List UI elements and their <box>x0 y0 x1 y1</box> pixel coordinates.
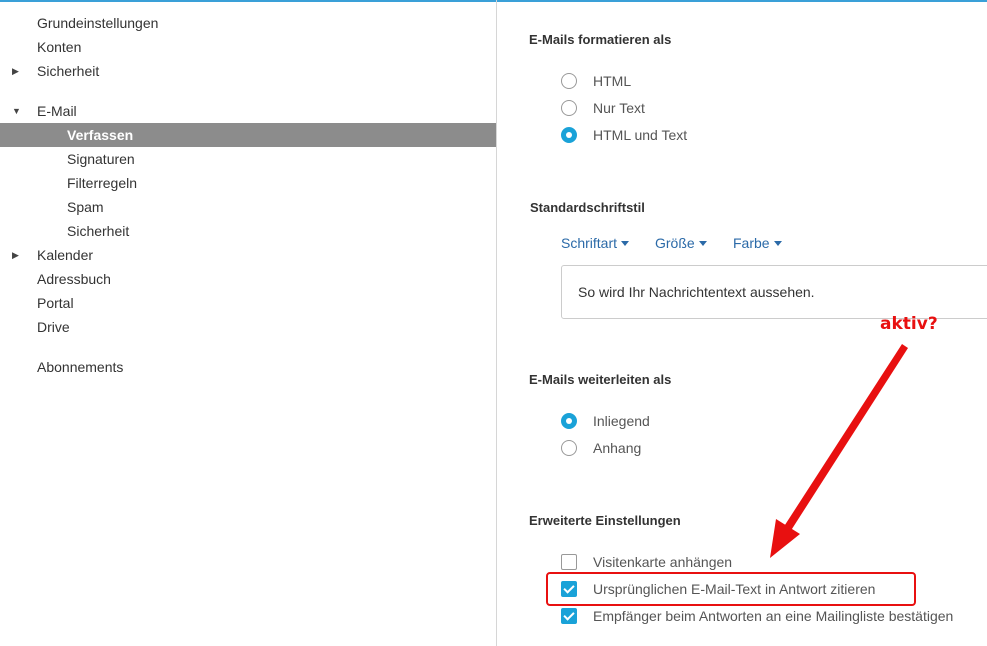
radio-html[interactable] <box>561 73 577 89</box>
caret-right-icon[interactable]: ▶ <box>12 59 19 83</box>
radio-anhang[interactable] <box>561 440 577 456</box>
sidebar-item-adressbuch[interactable]: Adressbuch <box>0 267 496 291</box>
font-preview-text: So wird Ihr Nachrichtentext aussehen. <box>578 284 815 300</box>
checkbox-mailingliste[interactable] <box>561 608 577 624</box>
forward-section-title: E-Mails weiterleiten als <box>529 372 672 387</box>
sidebar-item-konten[interactable]: Konten <box>0 35 496 59</box>
sidebar-item-sicherheit[interactable]: ▶ Sicherheit <box>0 59 496 83</box>
chevron-down-icon <box>698 240 707 246</box>
sidebar-item-grundeinstellungen[interactable]: Grundeinstellungen <box>0 11 496 35</box>
sidebar-item-spam[interactable]: Spam <box>0 195 496 219</box>
chevron-down-icon <box>773 240 782 246</box>
sidebar-item-email-sicherheit[interactable]: Sicherheit <box>0 219 496 243</box>
advanced-section-title: Erweiterte Einstellungen <box>529 513 681 528</box>
settings-sidebar: Grundeinstellungen Konten ▶ Sicherheit ▼ E… <box>0 0 497 646</box>
font-section-title: Standardschriftstil <box>530 200 645 215</box>
radio-nur-text[interactable] <box>561 100 577 116</box>
font-size-dropdown[interactable]: Größe <box>655 235 707 251</box>
sidebar-item-abonnements[interactable]: Abonnements <box>0 355 496 379</box>
font-preview-box: So wird Ihr Nachrichtentext aussehen. <box>561 265 987 319</box>
radio-html-und-text[interactable] <box>561 127 577 143</box>
annotation-highlight-box <box>546 572 916 606</box>
checkbox-visitenkarte[interactable] <box>561 554 577 570</box>
sidebar-item-filterregeln[interactable]: Filterregeln <box>0 171 496 195</box>
sidebar-item-signaturen[interactable]: Signaturen <box>0 147 496 171</box>
radio-inliegend[interactable] <box>561 413 577 429</box>
caret-right-icon[interactable]: ▶ <box>12 243 19 267</box>
font-family-dropdown[interactable]: Schriftart <box>561 235 630 251</box>
sidebar-item-portal[interactable]: Portal <box>0 291 496 315</box>
sidebar-item-drive[interactable]: Drive <box>0 315 496 339</box>
caret-down-icon[interactable]: ▼ <box>12 99 21 123</box>
font-color-dropdown[interactable]: Farbe <box>733 235 782 251</box>
chevron-down-icon <box>621 240 630 246</box>
format-section-title: E-Mails formatieren als <box>529 32 672 47</box>
sidebar-item-kalender[interactable]: ▶ Kalender <box>0 243 496 267</box>
sidebar-item-email[interactable]: ▼ E-Mail <box>0 99 496 123</box>
sidebar-item-verfassen[interactable]: Verfassen <box>0 123 496 147</box>
annotation-text: aktiv? <box>880 314 938 334</box>
